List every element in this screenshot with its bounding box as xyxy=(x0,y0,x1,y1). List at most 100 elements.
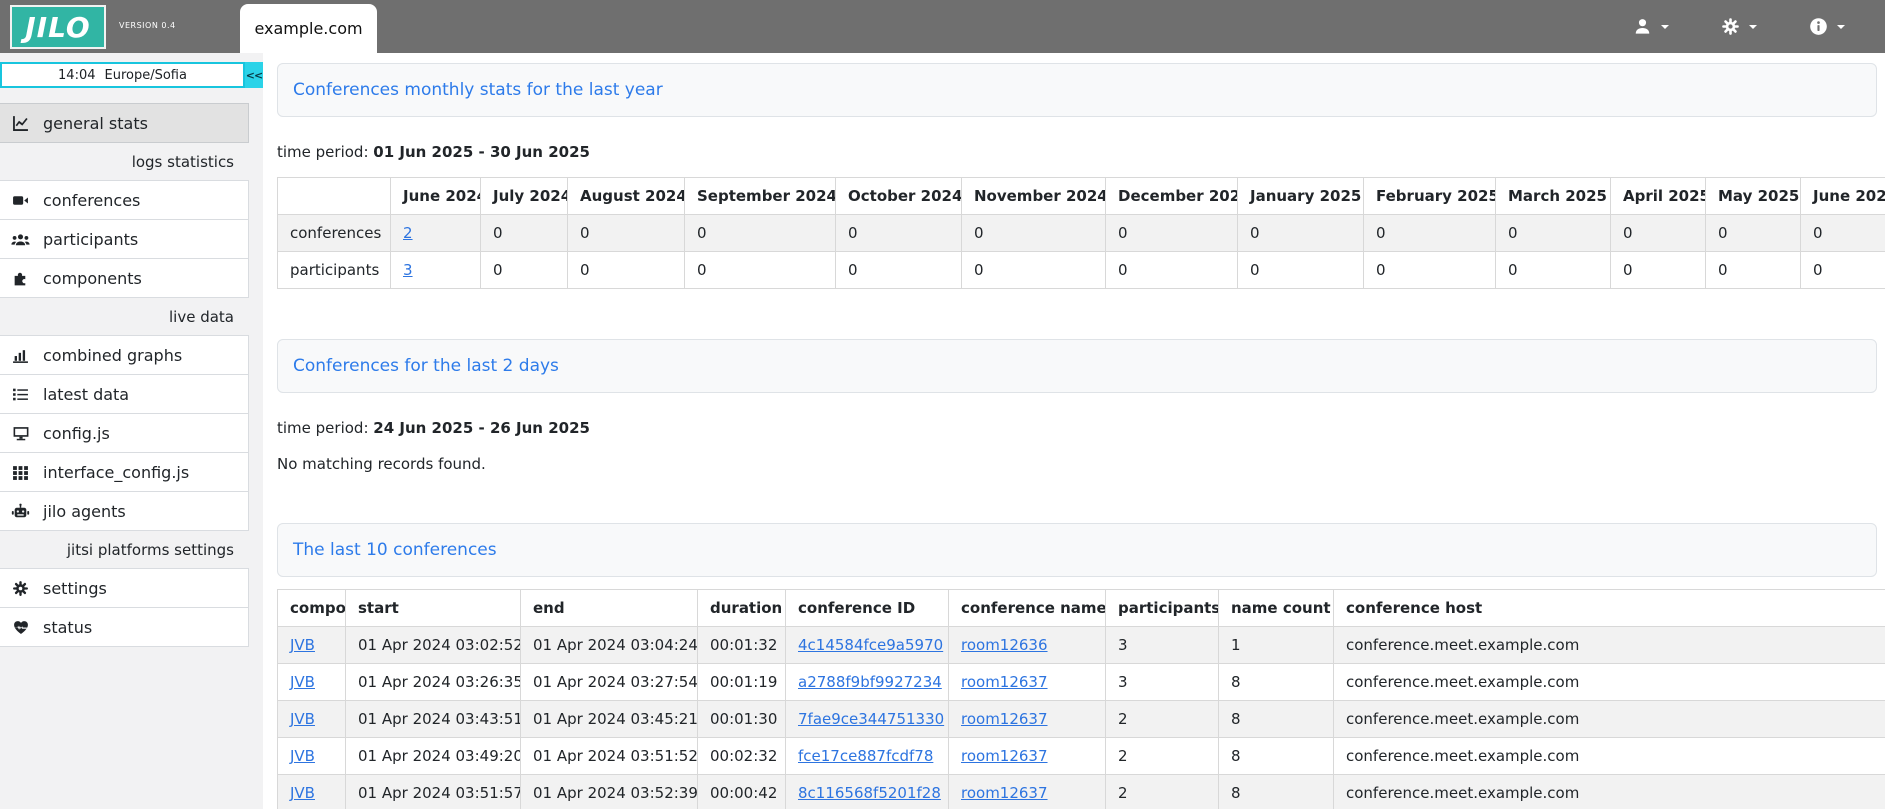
settings-menu[interactable] xyxy=(1721,17,1757,36)
table-row: JVB01 Apr 2024 03:49:2001 Apr 2024 03:51… xyxy=(278,738,1885,775)
sidebar-item-conferences[interactable]: conferences xyxy=(0,180,249,220)
table-link[interactable]: room12637 xyxy=(961,747,1048,765)
table-cell: 8c116568f5201f28 xyxy=(786,775,949,809)
table-cell: 01 Apr 2024 03:52:39 xyxy=(521,775,698,809)
sidebar-item-status[interactable]: status xyxy=(0,607,249,647)
table-cell: 2 xyxy=(1106,701,1219,738)
table-row: JVB01 Apr 2024 03:26:3501 Apr 2024 03:27… xyxy=(278,664,1885,701)
table-cell: 2 xyxy=(391,215,481,252)
table-cell: a2788f9bf9927234 xyxy=(786,664,949,701)
table-link[interactable]: fce17ce887fcdf78 xyxy=(798,747,933,765)
sidebar-item-latest-data[interactable]: latest data xyxy=(0,374,249,414)
table-link[interactable]: 3 xyxy=(403,261,413,279)
table-cell: 3 xyxy=(1106,664,1219,701)
sidebar-collapse-button[interactable]: << xyxy=(245,62,263,88)
table-cell: 01 Apr 2024 03:02:52 xyxy=(346,627,521,664)
column-header: start xyxy=(346,590,521,627)
panel-last-10-conferences: The last 10 conferences xyxy=(277,523,1877,577)
sidebar-item-settings[interactable]: settings xyxy=(0,568,249,608)
column-header: conference name xyxy=(949,590,1106,627)
sidebar-item-label: participants xyxy=(43,230,138,249)
table-link[interactable]: 2 xyxy=(403,224,413,242)
last-conferences-table: componentstartenddurationconference IDco… xyxy=(277,589,1885,809)
column-header: duration xyxy=(698,590,786,627)
sidebar-item-jilo-agents[interactable]: jilo agents xyxy=(0,491,249,531)
panel-last-10-conferences-title[interactable]: The last 10 conferences xyxy=(293,540,497,560)
column-header: April 2025 xyxy=(1611,178,1706,215)
table-cell: JVB xyxy=(278,701,346,738)
table-cell: JVB xyxy=(278,738,346,775)
table-cell: conference.meet.example.com xyxy=(1334,627,1885,664)
table-cell: 0 xyxy=(836,252,962,289)
table-link[interactable]: 7fae9ce344751330 xyxy=(798,710,944,728)
table-row: participants3000000000000 xyxy=(278,252,1885,289)
caret-down-icon xyxy=(1837,25,1845,29)
panel-last-2-days-title[interactable]: Conferences for the last 2 days xyxy=(293,356,559,376)
sidebar-item-general-stats[interactable]: general stats xyxy=(0,103,249,143)
table-link[interactable]: 8c116568f5201f28 xyxy=(798,784,941,802)
sidebar-item-combined-graphs[interactable]: combined graphs xyxy=(0,335,249,375)
table-cell: 8 xyxy=(1219,738,1334,775)
table-cell: 01 Apr 2024 03:45:21 xyxy=(521,701,698,738)
column-header: component xyxy=(278,590,346,627)
user-menu[interactable] xyxy=(1633,17,1669,36)
table-cell: JVB xyxy=(278,775,346,809)
sidebar-item-components[interactable]: components xyxy=(0,258,249,298)
table-link[interactable]: JVB xyxy=(290,747,315,765)
table-link[interactable]: JVB xyxy=(290,636,315,654)
sidebar-section-label: jitsi platforms settings xyxy=(0,531,249,569)
table-cell: 3 xyxy=(1106,627,1219,664)
sidebar-item-config-js[interactable]: config.js xyxy=(0,413,249,453)
table-cell: fce17ce887fcdf78 xyxy=(786,738,949,775)
table-link[interactable]: a2788f9bf9927234 xyxy=(798,673,942,691)
sidebar-item-label: interface_config.js xyxy=(43,463,189,482)
time-period-value: 24 Jun 2025 - 26 Jun 2025 xyxy=(373,419,590,437)
tab-platform[interactable]: example.com xyxy=(240,4,377,53)
column-header: February 2025 xyxy=(1364,178,1496,215)
monthly-stats-table-wrap: June 2024July 2024August 2024September 2… xyxy=(277,177,1885,289)
heart-pulse-icon xyxy=(11,619,30,636)
caret-down-icon xyxy=(1749,25,1757,29)
table-header-row: componentstartenddurationconference IDco… xyxy=(278,590,1885,627)
sidebar-item-interface-config-js[interactable]: interface_config.js xyxy=(0,452,249,492)
column-header: name count xyxy=(1219,590,1334,627)
table-link[interactable]: room12637 xyxy=(961,673,1048,691)
column-header: participants xyxy=(1106,590,1219,627)
row-label: participants xyxy=(278,252,391,289)
table-cell: 0 xyxy=(836,215,962,252)
column-header: June 2024 xyxy=(391,178,481,215)
table-link[interactable]: JVB xyxy=(290,673,315,691)
app-logo[interactable]: JILO xyxy=(10,5,106,49)
no-records-message: No matching records found. xyxy=(277,455,1885,473)
column-header: end xyxy=(521,590,698,627)
table-cell: 00:00:42 xyxy=(698,775,786,809)
info-menu[interactable] xyxy=(1809,17,1845,36)
clock-timezone: Europe/Sofia xyxy=(105,68,187,83)
sidebar-item-label: general stats xyxy=(43,114,148,133)
table-cell: 2 xyxy=(1106,738,1219,775)
table-cell: 0 xyxy=(568,252,685,289)
table-link[interactable]: 4c14584fce9a5970 xyxy=(798,636,943,654)
table-cell: 0 xyxy=(1364,215,1496,252)
video-camera-icon xyxy=(11,192,30,209)
table-link[interactable]: room12637 xyxy=(961,784,1048,802)
sidebar-item-label: latest data xyxy=(43,385,129,404)
table-link[interactable]: JVB xyxy=(290,784,315,802)
column-header xyxy=(278,178,391,215)
table-cell: 7fae9ce344751330 xyxy=(786,701,949,738)
sidebar-item-label: combined graphs xyxy=(43,346,182,365)
sidebar-item-participants[interactable]: participants xyxy=(0,219,249,259)
table-cell: 01 Apr 2024 03:26:35 xyxy=(346,664,521,701)
table-cell: 0 xyxy=(685,252,836,289)
table-cell: 0 xyxy=(1106,252,1238,289)
table-link[interactable]: JVB xyxy=(290,710,315,728)
table-cell: conference.meet.example.com xyxy=(1334,775,1885,809)
table-link[interactable]: room12637 xyxy=(961,710,1048,728)
tab-label: example.com xyxy=(254,19,362,38)
table-cell: 0 xyxy=(1496,252,1611,289)
panel-monthly-stats-title[interactable]: Conferences monthly stats for the last y… xyxy=(293,80,663,100)
table-cell: 0 xyxy=(1496,215,1611,252)
column-header: conference host xyxy=(1334,590,1885,627)
table-row: JVB01 Apr 2024 03:43:5101 Apr 2024 03:45… xyxy=(278,701,1885,738)
table-link[interactable]: room12636 xyxy=(961,636,1048,654)
